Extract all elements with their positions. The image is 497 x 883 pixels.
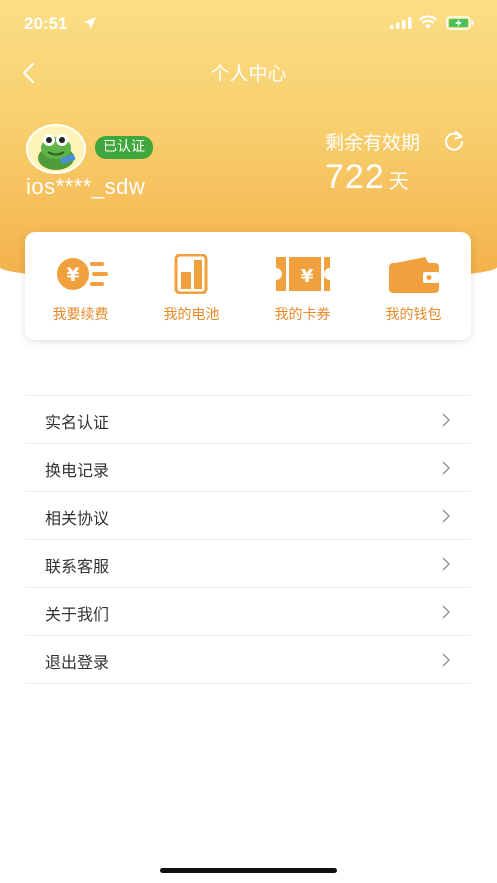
renew-yen-icon: ¥ [57,258,108,290]
coupon-icon: ¥ [276,257,330,291]
chevron-right-icon [442,509,451,523]
chevron-right-icon [442,557,451,571]
renew-label: 我要续费 [52,307,109,323]
validity-days-number: 722 [325,158,385,196]
validity-label: 剩余有效期 [325,132,421,154]
quick-actions-card: ¥ 我要续费 我的电池 ¥ 我的卡券 我的钱包 [25,232,471,340]
cellular-signal-icon [390,17,412,29]
menu-item-label: 关于我们 [45,605,110,624]
validity-days-unit: 天 [388,169,409,193]
status-time: 20:51 [24,14,68,33]
menu-item-swap-records[interactable]: 换电记录 [25,443,471,491]
page-title: 个人中心 [210,63,287,85]
menu-item-label: 退出登录 [45,653,110,672]
chevron-right-icon [442,413,451,427]
chevron-right-icon [442,461,451,475]
menu-item-about-us[interactable]: 关于我们 [25,587,471,635]
my-coupons-button[interactable]: ¥ 我的卡券 [247,232,358,340]
chevron-right-icon [442,605,451,619]
menu-item-label: 相关协议 [45,509,110,528]
chevron-right-icon [442,653,451,667]
my-coupons-label: 我的卡券 [274,307,331,323]
menu-item-agreements[interactable]: 相关协议 [25,491,471,539]
my-battery-button[interactable]: 我的电池 [136,232,247,340]
my-battery-label: 我的电池 [163,307,220,323]
renew-button[interactable]: ¥ 我要续费 [25,232,136,340]
menu-item-customer-service[interactable]: 联系客服 [25,539,471,587]
menu-item-logout[interactable]: 退出登录 [25,635,471,684]
svg-text:¥: ¥ [66,264,79,286]
battery-icon [174,254,208,294]
menu-item-label: 换电记录 [45,461,110,480]
refresh-icon[interactable] [442,129,466,153]
validity-days: 722 天 [325,158,409,197]
my-wallet-label: 我的钱包 [385,307,442,323]
my-wallet-button[interactable]: 我的钱包 [358,232,469,340]
status-bar: 20:51 [0,0,497,50]
wallet-icon [389,257,439,293]
frog-avatar-icon [28,126,84,172]
location-arrow-icon [84,17,96,29]
home-indicator[interactable] [160,868,337,873]
avatar[interactable] [26,124,86,174]
battery-status-icon [446,16,474,30]
menu-item-real-name[interactable]: 实名认证 [25,395,471,443]
menu-item-label: 实名认证 [45,413,110,432]
username: ios****_sdw [26,174,146,199]
settings-menu: 实名认证 换电记录 相关协议 联系客服 关于我们 退出登录 [25,395,471,684]
wifi-icon [418,15,438,29]
menu-item-label: 联系客服 [45,557,110,576]
svg-text:¥: ¥ [301,266,314,287]
verified-badge: 已认证 [95,136,153,159]
